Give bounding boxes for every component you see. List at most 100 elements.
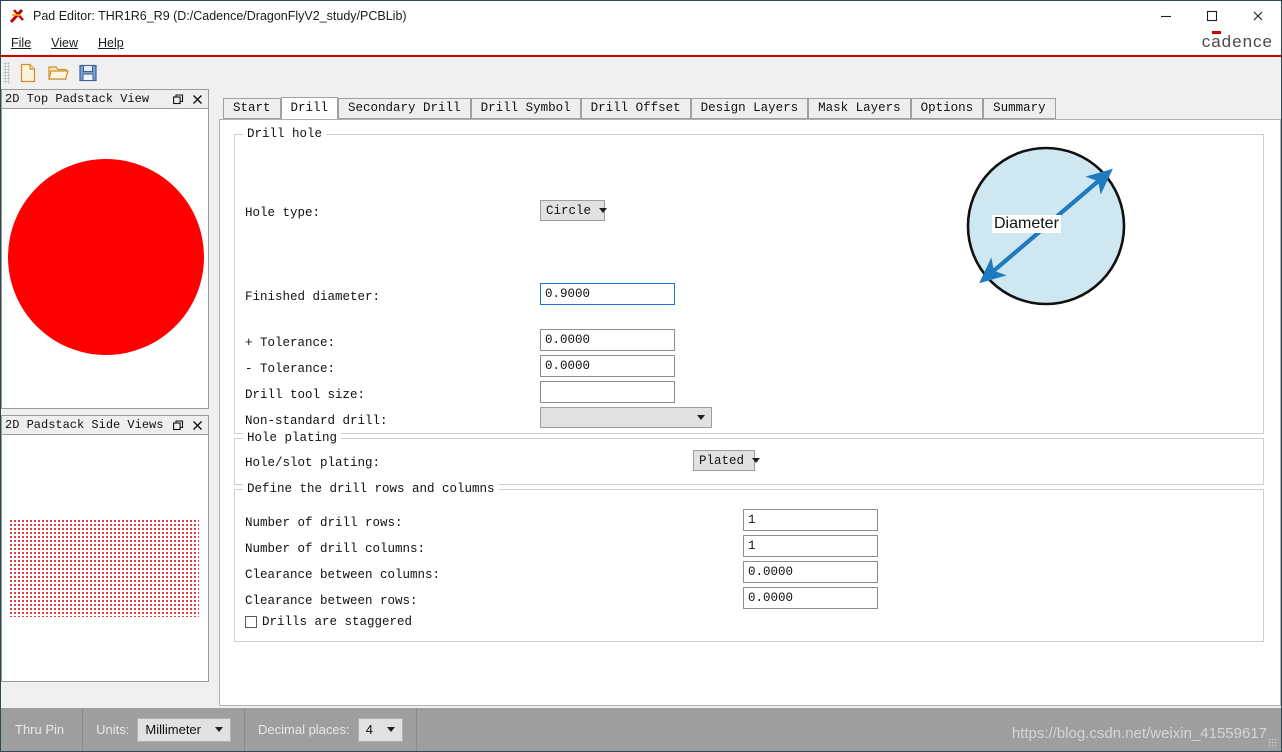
chevron-down-icon [697, 415, 705, 420]
tab-drill-offset-label: Drill Offset [590, 101, 681, 115]
main-tabstrip: Start Drill Secondary Drill Drill Symbol… [223, 97, 1056, 120]
toolbar [1, 57, 1281, 88]
close-icon[interactable] [1235, 1, 1281, 31]
tab-drill-symbol-label: Drill Symbol [480, 101, 571, 115]
clearance-between-columns-input[interactable]: 0.0000 [743, 561, 878, 583]
group-drill-hole-legend: Drill hole [243, 127, 327, 141]
checkbox-box-icon [245, 616, 257, 628]
group-drill-hole: Drill hole Hole type: Circle Finished di… [234, 127, 1264, 434]
dock-splitter[interactable] [209, 89, 219, 706]
label-hole-slot-plating: Hole/slot plating: [245, 456, 381, 470]
panel-title-side-views: 2D Padstack Side Views [1, 415, 209, 434]
label-hole-type: Hole type: [245, 206, 321, 220]
hole-slot-plating-dropdown[interactable]: Plated [693, 450, 761, 471]
pad-editor-icon [9, 7, 27, 25]
plus-tolerance-value: 0.0000 [545, 333, 591, 347]
label-clearance-between-columns: Clearance between columns: [245, 568, 441, 582]
decimal-places-dropdown[interactable]: 4 [357, 717, 403, 742]
panel-body-top-view[interactable] [1, 108, 209, 409]
drill-hole-diagram: Diameter [960, 140, 1132, 312]
clearance-between-rows-value: 0.0000 [748, 591, 794, 605]
tab-drill-offset[interactable]: Drill Offset [580, 98, 691, 119]
panel-title-top-view-label: 2D Top Padstack View [5, 92, 150, 106]
panel-title-side-views-label: 2D Padstack Side Views [5, 418, 164, 432]
label-number-of-drill-columns: Number of drill columns: [245, 542, 426, 556]
plus-tolerance-input[interactable]: 0.0000 [540, 329, 675, 351]
status-decimal-places-label: Decimal places: [258, 722, 350, 737]
tab-secondary-drill[interactable]: Secondary Drill [338, 98, 471, 119]
toolbar-grip[interactable] [3, 61, 10, 84]
close-icon[interactable] [189, 417, 206, 434]
close-icon[interactable] [189, 91, 206, 108]
tab-design-layers[interactable]: Design Layers [690, 98, 809, 119]
number-of-drill-rows-input[interactable]: 1 [743, 509, 878, 531]
units-value: Millimeter [145, 722, 201, 737]
label-number-of-drill-rows: Number of drill rows: [245, 516, 403, 530]
tab-drill-symbol[interactable]: Drill Symbol [470, 98, 581, 119]
decimal-places-value: 4 [365, 722, 373, 737]
maximize-icon[interactable] [1189, 1, 1235, 31]
drill-tool-size-input[interactable] [540, 381, 675, 403]
label-minus-tolerance: - Tolerance: [245, 362, 336, 376]
label-clearance-between-rows: Clearance between rows: [245, 594, 418, 608]
tab-drill[interactable]: Drill [280, 97, 339, 120]
tab-start[interactable]: Start [223, 98, 281, 119]
label-plus-tolerance: + Tolerance: [245, 336, 336, 350]
status-decimal-places: Decimal places: 4 [245, 708, 417, 751]
drills-are-staggered-checkbox[interactable]: Drills are staggered [245, 615, 412, 629]
hole-type-dropdown[interactable]: Circle [540, 200, 608, 221]
window-controls [1143, 1, 1281, 31]
menu-help-label: Help [98, 35, 124, 50]
menu-bar: File View Help [1, 31, 1281, 54]
number-of-drill-rows-value: 1 [748, 513, 756, 527]
hole-type-value: Circle [546, 203, 592, 218]
chevron-down-icon [387, 727, 395, 732]
tab-mask-layers[interactable]: Mask Layers [808, 98, 911, 119]
pad-editor-window: Pad Editor: THR1R6_R9 (D:/Cadence/Dragon… [0, 0, 1282, 752]
open-folder-icon[interactable] [44, 60, 72, 86]
group-drill-rows-columns: Define the drill rows and columns Number… [234, 482, 1264, 642]
tab-start-label: Start [233, 101, 271, 115]
number-of-drill-columns-value: 1 [748, 539, 756, 553]
tab-options[interactable]: Options [910, 98, 984, 119]
label-non-standard-drill: Non-standard drill: [245, 414, 388, 428]
tab-secondary-drill-label: Secondary Drill [348, 101, 461, 115]
status-pin-type: Thru Pin [1, 708, 84, 751]
group-drill-rows-columns-legend: Define the drill rows and columns [243, 482, 499, 496]
group-hole-plating-legend: Hole plating [243, 431, 342, 445]
minus-tolerance-input[interactable]: 0.0000 [540, 355, 675, 377]
panel-body-side-views[interactable] [1, 434, 209, 682]
diagram-diameter-label: Diameter [992, 215, 1061, 233]
chevron-down-icon [752, 458, 761, 463]
new-file-icon[interactable] [14, 60, 42, 86]
label-drill-tool-size: Drill tool size: [245, 388, 366, 402]
units-dropdown[interactable]: Millimeter [137, 717, 231, 742]
tab-options-label: Options [920, 101, 974, 115]
tab-summary[interactable]: Summary [983, 98, 1056, 119]
clearance-between-rows-input[interactable]: 0.0000 [743, 587, 878, 609]
minus-tolerance-value: 0.0000 [545, 359, 591, 373]
menu-file[interactable]: File [1, 34, 41, 52]
save-disk-icon[interactable] [74, 60, 102, 86]
pad-shape-circle [8, 159, 204, 355]
menu-help[interactable]: Help [88, 34, 134, 52]
tab-drill-label: Drill [290, 101, 329, 115]
resize-grip-icon[interactable] [1268, 738, 1278, 748]
finished-diameter-input[interactable]: 0.9000 [540, 283, 675, 305]
logo-macron [1212, 31, 1221, 34]
restore-icon[interactable] [170, 91, 187, 108]
status-units: Units: Millimeter [83, 708, 245, 751]
non-standard-drill-dropdown[interactable] [540, 407, 712, 428]
padstack-side-hatch [9, 519, 199, 617]
status-units-label: Units: [96, 722, 130, 737]
minimize-icon[interactable] [1143, 1, 1189, 31]
hole-slot-plating-value: Plated [699, 453, 745, 468]
number-of-drill-columns-input[interactable]: 1 [743, 535, 878, 557]
title-bar: Pad Editor: THR1R6_R9 (D:/Cadence/Dragon… [1, 1, 1281, 31]
restore-icon[interactable] [170, 417, 187, 434]
window-title: Pad Editor: THR1R6_R9 (D:/Cadence/Dragon… [33, 9, 407, 23]
chevron-down-icon [215, 727, 223, 732]
label-finished-diameter: Finished diameter: [245, 290, 381, 304]
menu-view[interactable]: View [41, 34, 88, 52]
tab-mask-layers-label: Mask Layers [818, 101, 901, 115]
